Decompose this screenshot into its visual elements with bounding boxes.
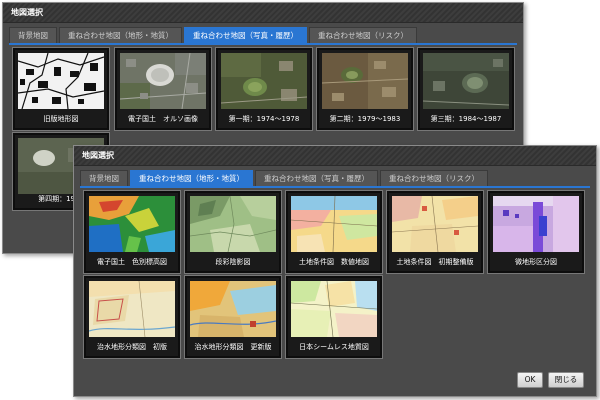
tab-overlay-photo-history[interactable]: 重ね合わせ地図（写真・履歴） bbox=[255, 170, 378, 186]
dialog-title: 地図選択 bbox=[3, 3, 523, 23]
thumb-caption: 土地条件図 数値地図 bbox=[299, 258, 369, 266]
land-condition-initial-image bbox=[392, 196, 478, 252]
seamless-geological-map-image bbox=[291, 281, 377, 337]
thumb-caption: 段彩陰影図 bbox=[215, 258, 251, 266]
thumb-caption: 電子国土 色別標高図 bbox=[97, 258, 167, 266]
tab-bar: 背景地図 重ね合わせ地図（地形・地質） 重ね合わせ地図（写真・履歴） 重ね合わせ… bbox=[9, 27, 517, 45]
thumb-caption: 微地形区分図 bbox=[515, 258, 557, 266]
old-topographic-map-image bbox=[18, 53, 104, 109]
aerial-photo-1984-image bbox=[423, 53, 509, 109]
map-select-dialog-front: 地図選択 背景地図 重ね合わせ地図（地形・地質） 重ね合わせ地図（写真・履歴） … bbox=[73, 145, 597, 397]
thumb-caption: 日本シームレス地質図 bbox=[299, 343, 369, 351]
dialog-title: 地図選択 bbox=[74, 146, 596, 166]
thumb-caption: 第三期：1984～1987 bbox=[430, 115, 502, 123]
thumb-caption: 旧版地形図 bbox=[43, 115, 79, 123]
thumb-caption: 土地条件図 初期整備版 bbox=[396, 258, 474, 266]
tab-overlay-risk[interactable]: 重ね合わせ地図（リスク） bbox=[380, 170, 488, 186]
flood-control-updated-image bbox=[190, 281, 276, 337]
color-elevation-map-image bbox=[89, 196, 175, 252]
flood-control-first-image bbox=[89, 281, 175, 337]
tab-background-map[interactable]: 背景地図 bbox=[9, 27, 57, 43]
thumb-caption: 第一期：1974～1978 bbox=[228, 115, 300, 123]
shaded-relief-map-image bbox=[190, 196, 276, 252]
map-thumb-period-3[interactable]: 第三期：1984～1987 bbox=[418, 48, 514, 130]
tab-overlay-terrain-geology[interactable]: 重ね合わせ地図（地形・地質） bbox=[59, 27, 182, 43]
land-condition-digital-image bbox=[291, 196, 377, 252]
map-thumb-flood-control-updated[interactable]: 治水地形分類図 更新版 bbox=[185, 276, 281, 358]
map-thumb-land-condition-initial[interactable]: 土地条件図 初期整備版 bbox=[387, 191, 483, 273]
tab-overlay-photo-history[interactable]: 重ね合わせ地図（写真・履歴） bbox=[184, 27, 307, 43]
map-thumb-seamless-geology[interactable]: 日本シームレス地質図 bbox=[286, 276, 382, 358]
map-thumb-color-elevation[interactable]: 電子国土 色別標高図 bbox=[84, 191, 180, 273]
map-thumb-shaded-relief[interactable]: 段彩陰影図 bbox=[185, 191, 281, 273]
ortho-aerial-photo-image bbox=[120, 53, 206, 109]
thumb-caption: 第二期：1979～1983 bbox=[329, 115, 401, 123]
tab-background-map[interactable]: 背景地図 bbox=[80, 170, 128, 186]
micro-landform-map-image bbox=[493, 196, 579, 252]
map-thumb-period-2[interactable]: 第二期：1979～1983 bbox=[317, 48, 413, 130]
map-thumb-micro-landform[interactable]: 微地形区分図 bbox=[488, 191, 584, 273]
map-thumb-land-condition-digital[interactable]: 土地条件図 数値地図 bbox=[286, 191, 382, 273]
map-thumb-ortho-photo[interactable]: 電子国土 オルソ画像 bbox=[115, 48, 211, 130]
map-thumb-flood-control-first[interactable]: 治水地形分類図 初版 bbox=[84, 276, 180, 358]
aerial-photo-1974-image bbox=[221, 53, 307, 109]
ok-button[interactable]: OK bbox=[517, 372, 543, 388]
aerial-photo-1979-image bbox=[322, 53, 408, 109]
map-thumb-period-1[interactable]: 第一期：1974～1978 bbox=[216, 48, 312, 130]
thumb-caption: 電子国土 オルソ画像 bbox=[128, 115, 198, 123]
thumb-caption: 治水地形分類図 初版 bbox=[97, 343, 167, 351]
map-thumb-old-topographic[interactable]: 旧版地形図 bbox=[13, 48, 109, 130]
tab-bar: 背景地図 重ね合わせ地図（地形・地質） 重ね合わせ地図（写真・履歴） 重ね合わせ… bbox=[80, 170, 590, 188]
tab-overlay-risk[interactable]: 重ね合わせ地図（リスク） bbox=[309, 27, 417, 43]
close-button[interactable]: 閉じる bbox=[548, 372, 584, 388]
thumb-caption: 治水地形分類図 更新版 bbox=[194, 343, 272, 351]
tab-overlay-terrain-geology[interactable]: 重ね合わせ地図（地形・地質） bbox=[130, 170, 253, 186]
